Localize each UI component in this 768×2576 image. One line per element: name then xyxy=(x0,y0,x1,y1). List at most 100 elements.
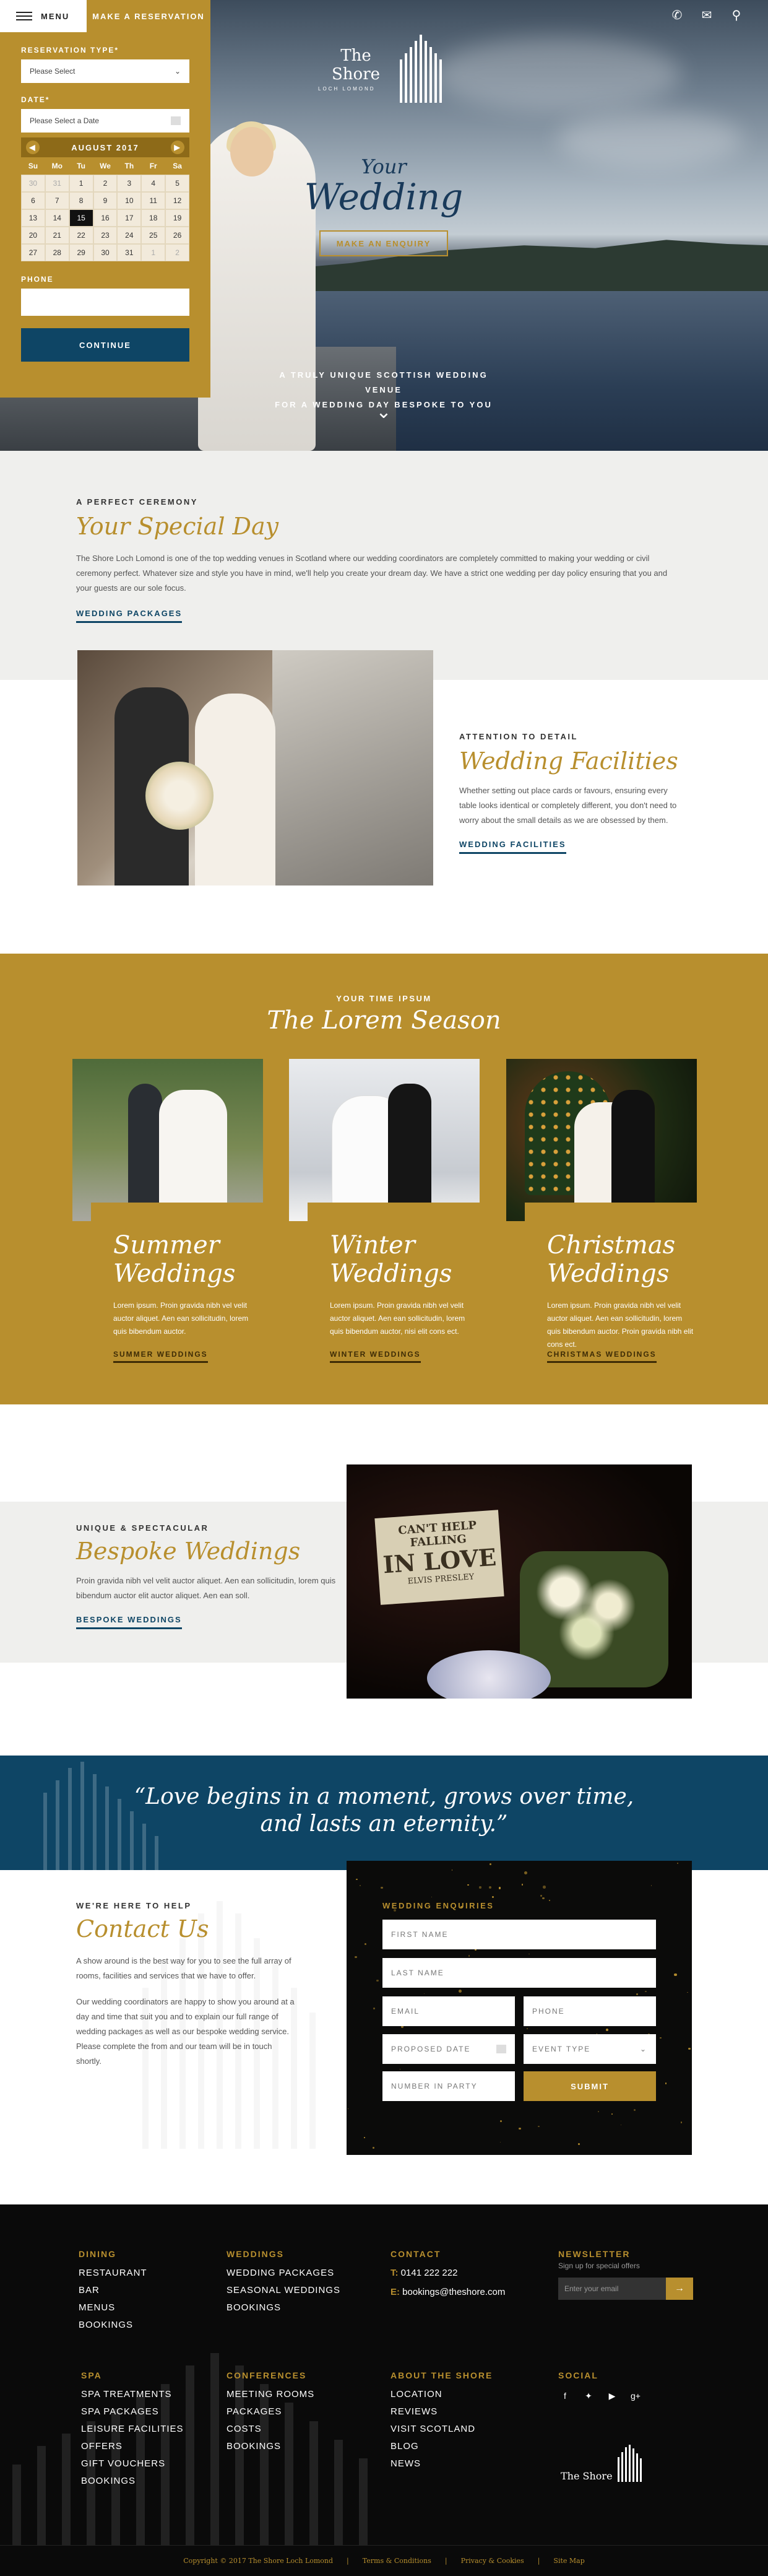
wedding-facilities-link[interactable]: WEDDING FACILITIES xyxy=(459,840,566,854)
datepicker-day[interactable]: 14 xyxy=(45,209,69,227)
make-enquiry-button[interactable]: MAKE AN ENQUIRY xyxy=(319,230,448,256)
footer-link[interactable]: COSTS xyxy=(227,2424,314,2434)
datepicker-day[interactable]: 7 xyxy=(45,192,69,209)
winter-weddings-link[interactable]: WINTER WEDDINGS xyxy=(330,1350,421,1363)
menu-button[interactable]: MENU xyxy=(0,0,87,32)
datepicker-day[interactable]: 30 xyxy=(21,175,45,192)
footer-link[interactable]: SPA PACKAGES xyxy=(81,2406,184,2417)
location-pin-icon[interactable]: ⚲ xyxy=(730,9,743,22)
bespoke-weddings-link[interactable]: BESPOKE WEDDINGS xyxy=(76,1615,182,1629)
summer-weddings-link[interactable]: SUMMER WEDDINGS xyxy=(113,1350,208,1363)
footer-link[interactable]: LOCATION xyxy=(390,2389,493,2400)
footer-link[interactable]: REVIEWS xyxy=(390,2406,493,2417)
datepicker-day[interactable]: 30 xyxy=(93,244,118,261)
datepicker-day[interactable]: 17 xyxy=(117,209,142,227)
footer-link[interactable]: NEWS xyxy=(390,2458,493,2469)
datepicker-day[interactable]: 31 xyxy=(45,175,69,192)
glitter-dot xyxy=(686,1991,688,1993)
christmas-weddings-link[interactable]: CHRISTMAS WEDDINGS xyxy=(547,1350,657,1363)
datepicker-day[interactable]: 16 xyxy=(93,209,118,227)
continue-button[interactable]: CONTINUE xyxy=(21,328,189,362)
footer-link[interactable]: BLOG xyxy=(390,2441,493,2452)
proposed-date-field[interactable]: PROPOSED DATE xyxy=(382,2034,515,2064)
phone-icon[interactable]: ✆ xyxy=(670,9,684,22)
footer-link[interactable]: BOOKINGS xyxy=(79,2320,147,2330)
privacy-link[interactable]: Privacy & Cookies xyxy=(461,2557,524,2565)
footer-link[interactable]: SEASONAL WEDDINGS xyxy=(227,2285,340,2295)
datepicker-day[interactable]: 6 xyxy=(21,192,45,209)
datepicker-day[interactable]: 1 xyxy=(69,175,93,192)
wedding-packages-link[interactable]: WEDDING PACKAGES xyxy=(76,609,183,623)
youtube-icon[interactable]: ▶ xyxy=(605,2389,619,2403)
datepicker-day[interactable]: 11 xyxy=(141,192,166,209)
mail-icon[interactable]: ✉ xyxy=(700,9,714,22)
footer-logo[interactable]: The Shore xyxy=(561,2445,642,2482)
footer-link[interactable]: BOOKINGS xyxy=(227,2441,314,2452)
datepicker-day[interactable]: 28 xyxy=(45,244,69,261)
datepicker-day[interactable]: 9 xyxy=(93,192,118,209)
datepicker-day[interactable]: 21 xyxy=(45,227,69,244)
datepicker-day[interactable]: 5 xyxy=(165,175,189,192)
datepicker-day[interactable]: 20 xyxy=(21,227,45,244)
datepicker-day[interactable]: 22 xyxy=(69,227,93,244)
make-reservation-tab[interactable]: MAKE A RESERVATION xyxy=(87,0,210,32)
footer-phone[interactable]: T: 0141 222 222 xyxy=(390,2268,505,2278)
newsletter-submit-arrow-icon[interactable]: → xyxy=(666,2278,693,2300)
datepicker-day[interactable]: 10 xyxy=(117,192,142,209)
datepicker-day[interactable]: 24 xyxy=(117,227,142,244)
datepicker-day[interactable]: 1 xyxy=(141,244,166,261)
phone-input[interactable] xyxy=(21,289,189,316)
footer-link[interactable]: SPA TREATMENTS xyxy=(81,2389,184,2400)
footer-link[interactable]: BOOKINGS xyxy=(227,2302,340,2313)
footer-link[interactable]: WEDDING PACKAGES xyxy=(227,2268,340,2278)
footer-link[interactable]: BAR xyxy=(79,2285,147,2295)
logo[interactable]: The Shore LOCH LOMOND xyxy=(318,28,442,109)
datepicker-day[interactable]: 13 xyxy=(21,209,45,227)
hero-your: Your xyxy=(361,155,407,178)
datepicker-day[interactable]: 31 xyxy=(117,244,142,261)
footer-link[interactable]: GIFT VOUCHERS xyxy=(81,2458,184,2469)
datepicker-day[interactable]: 2 xyxy=(165,244,189,261)
event-type-select[interactable]: EVENT TYPE ⌄ xyxy=(524,2034,656,2064)
footer-link[interactable]: VISIT SCOTLAND xyxy=(390,2424,493,2434)
datepicker-day[interactable]: 19 xyxy=(165,209,189,227)
footer-link[interactable]: PACKAGES xyxy=(227,2406,314,2417)
footer-link[interactable]: MENUS xyxy=(79,2302,147,2313)
sitemap-link[interactable]: Site Map xyxy=(553,2557,584,2565)
footer-link[interactable]: LEISURE FACILITIES xyxy=(81,2424,184,2434)
newsletter-email-input[interactable]: Enter your email xyxy=(558,2278,666,2300)
datepicker-day[interactable]: 18 xyxy=(141,209,166,227)
datepicker-day[interactable]: 26 xyxy=(165,227,189,244)
calendar-icon xyxy=(171,116,181,125)
datepicker-day[interactable]: 12 xyxy=(165,192,189,209)
number-in-party-field[interactable]: NUMBER IN PARTY xyxy=(382,2071,515,2101)
facebook-icon[interactable]: f xyxy=(558,2389,572,2403)
twitter-icon[interactable]: ✦ xyxy=(582,2389,595,2403)
datepicker-day[interactable]: 29 xyxy=(69,244,93,261)
datepicker-day[interactable]: 4 xyxy=(141,175,166,192)
submit-button[interactable]: SUBMIT xyxy=(524,2071,656,2101)
scroll-down-icon[interactable]: ⌄ xyxy=(374,401,394,422)
footer-link[interactable]: BOOKINGS xyxy=(81,2476,184,2486)
terms-link[interactable]: Terms & Conditions xyxy=(363,2557,431,2565)
google-plus-icon[interactable]: g+ xyxy=(629,2389,642,2403)
email-field[interactable]: EMAIL xyxy=(382,1996,515,2026)
next-month-icon[interactable]: ▶ xyxy=(170,141,184,154)
footer-link[interactable]: OFFERS xyxy=(81,2441,184,2452)
footer-email[interactable]: E: bookings@theshore.com xyxy=(390,2287,505,2297)
date-input[interactable]: Please Select a Date xyxy=(21,109,189,133)
prev-month-icon[interactable]: ◀ xyxy=(26,141,40,154)
last-name-field[interactable]: LAST NAME xyxy=(382,1958,656,1988)
datepicker-day[interactable]: 2 xyxy=(93,175,118,192)
footer-link[interactable]: MEETING ROOMS xyxy=(227,2389,314,2400)
first-name-field[interactable]: FIRST NAME xyxy=(382,1920,656,1949)
reservation-type-select[interactable]: Please Select ⌄ xyxy=(21,59,189,83)
datepicker-day[interactable]: 23 xyxy=(93,227,118,244)
datepicker-day[interactable]: 25 xyxy=(141,227,166,244)
datepicker-day-selected[interactable]: 15 xyxy=(69,209,93,227)
datepicker-day[interactable]: 8 xyxy=(69,192,93,209)
footer-link[interactable]: RESTAURANT xyxy=(79,2268,147,2278)
datepicker-day[interactable]: 3 xyxy=(117,175,142,192)
datepicker-day[interactable]: 27 xyxy=(21,244,45,261)
phone-field[interactable]: PHONE xyxy=(524,1996,656,2026)
